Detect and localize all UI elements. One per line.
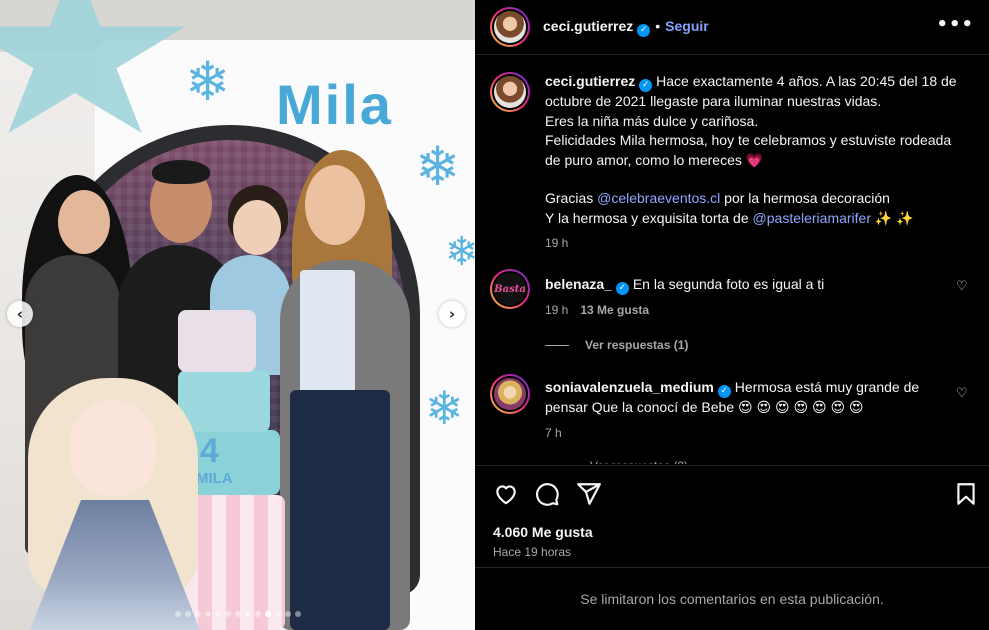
follow-button[interactable]: Seguir (665, 18, 709, 34)
comment-username[interactable]: belenaza_ (545, 276, 612, 292)
author-avatar[interactable] (490, 7, 530, 47)
comments-list[interactable]: ceci.gutierrez ✓ Hace exactamente 4 años.… (475, 56, 989, 464)
carousel-dot (224, 611, 231, 617)
carousel-dot (214, 611, 221, 617)
cake-number: 4 (200, 432, 219, 470)
caption-avatar[interactable] (490, 72, 530, 112)
cake-topper (178, 310, 256, 372)
more-options-icon[interactable]: ••• (936, 14, 974, 35)
bookmark-icon[interactable] (953, 481, 979, 507)
princess-face (70, 400, 156, 496)
post-panel: ceci.gutierrez ✓ • Seguir ••• ceci.gutierre… (475, 0, 989, 630)
action-bar (475, 465, 989, 525)
snowflake-decoration: ❄ (415, 135, 461, 198)
carousel-dot (244, 611, 251, 617)
separator-dot: • (655, 18, 661, 34)
carousel-dot (234, 611, 241, 617)
photo-name-sign: Mila (276, 73, 393, 136)
view-replies-button[interactable]: Ver respuestas (1) (545, 338, 688, 352)
carousel-dot (264, 611, 271, 617)
heart-icon[interactable] (493, 481, 519, 507)
cake-top-tier (178, 370, 270, 432)
post-header: ceci.gutierrez ✓ • Seguir ••• (475, 0, 989, 55)
post-time: Hace 19 horas (493, 545, 572, 559)
carousel-dot (184, 611, 191, 617)
person-face (58, 190, 110, 254)
comment-time: 19 h (545, 303, 569, 317)
view-replies-button-partial[interactable]: Ver respuestas (2) (590, 459, 688, 464)
like-comment-icon[interactable]: ♡ (956, 386, 968, 401)
comment-body: belenaza_ ✓ En la segunda foto es igual a… (545, 275, 965, 321)
person-face (305, 165, 365, 245)
caption-username[interactable]: ceci.gutierrez (545, 73, 635, 89)
caption-body: ceci.gutierrez ✓ Hace exactamente 4 años.… (545, 72, 965, 254)
verified-icon: ✓ (615, 282, 629, 295)
person-face (233, 200, 281, 255)
caption-text: ✨ ✨ (871, 209, 914, 226)
caption-time: 19 h (545, 236, 569, 250)
caption-text: por la hermosa decoración (720, 190, 890, 206)
caption-text: Gracias (545, 190, 598, 206)
carousel-dot (204, 611, 211, 617)
author-username[interactable]: ceci.gutierrez (543, 18, 633, 34)
verified-icon: ✓ (639, 79, 653, 92)
carousel-dot (254, 611, 261, 617)
carousel-dot (194, 611, 201, 617)
like-comment-icon[interactable]: ♡ (956, 279, 968, 294)
comment-text: En la segunda foto es igual a ti (632, 276, 825, 292)
carousel-dot (274, 611, 281, 617)
comments-limited-notice: Se limitaron los comentarios en esta pub… (475, 567, 989, 630)
mention-link[interactable]: @celebraeventos.cl (597, 190, 720, 206)
person-hair (152, 160, 210, 184)
caption-text: Felicidades Mila hermosa, hoy te celebra… (545, 132, 952, 168)
share-icon[interactable] (576, 481, 602, 507)
carousel-dots (0, 611, 475, 617)
comment-icon[interactable] (534, 481, 560, 507)
previous-photo-button[interactable]: ‹ (7, 301, 33, 327)
person-shirt (300, 270, 355, 410)
caption-text: Y la hermosa y exquisita torta de (545, 209, 753, 226)
carousel-dot (174, 611, 181, 617)
snowflake-decoration: ❄ (425, 381, 464, 435)
comment-avatar[interactable]: Basta (490, 269, 530, 309)
carousel-dot (284, 611, 291, 617)
comment-likes[interactable]: 13 Me gusta (580, 303, 649, 317)
carousel-dot (294, 611, 301, 617)
cake-name: MILA (196, 470, 233, 487)
caption-text: Eres la niña más dulce y cariñosa. (545, 112, 759, 129)
verified-icon: ✓ (637, 24, 651, 37)
mention-link[interactable]: @pasteleriamarifer (753, 210, 871, 226)
comment-body: soniavalenzuela_medium ✓ Hermosa está muy… (545, 378, 965, 443)
snowflake-decoration: ❄ (445, 229, 475, 275)
replies-divider (545, 344, 569, 346)
comment-time: 7 h (545, 425, 562, 440)
comment-username[interactable]: soniavalenzuela_medium (545, 379, 714, 395)
likes-count[interactable]: 4.060 Me gusta (493, 524, 593, 540)
author-line: ceci.gutierrez ✓ • Seguir (543, 18, 709, 37)
comment-avatar[interactable] (490, 374, 530, 414)
snowflake-decoration: ❄ (185, 50, 231, 113)
view-replies-label: Ver respuestas (1) (585, 338, 689, 352)
post-photo[interactable]: Mila ❄ ❄ ❄ ❄ 4 MILA ‹ › (0, 0, 475, 630)
verified-icon: ✓ (717, 385, 731, 398)
next-photo-button[interactable]: › (439, 301, 465, 327)
person-jeans (290, 390, 390, 630)
